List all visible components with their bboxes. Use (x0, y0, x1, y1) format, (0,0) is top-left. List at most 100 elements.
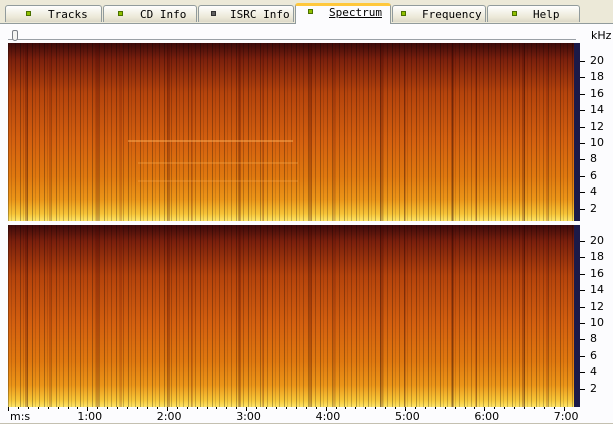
status-led-icon (211, 11, 216, 16)
spectrogram-channel-top (8, 43, 574, 221)
time-minor-tick (196, 407, 198, 409)
time-minor-tick (87, 407, 89, 409)
time-tick-label: 4:00 (315, 410, 341, 423)
spectrogram-channel-bottom (8, 225, 574, 407)
time-minor-tick (395, 407, 397, 409)
spectral-line (128, 140, 293, 142)
time-minor-tick (355, 407, 357, 409)
time-minor-tick (107, 407, 109, 409)
time-minor-tick (8, 407, 9, 409)
time-tick-label: 3:00 (236, 410, 261, 423)
time-minor-tick (176, 407, 178, 409)
tab-label: CD Info (140, 8, 187, 21)
time-minor-tick (444, 407, 446, 409)
time-minor-tick (553, 407, 555, 409)
frequency-tick-mark (580, 306, 585, 308)
time-minor-tick (27, 407, 29, 409)
frequency-tick-label: 14 (590, 283, 604, 297)
frequency-tick-mark (580, 355, 585, 357)
time-minor-tick (246, 407, 248, 409)
time-tick-label: 7:00 (553, 410, 579, 423)
time-minor-tick (524, 407, 526, 409)
tab-label: Spectrum (329, 6, 382, 19)
scrollbar-track (8, 39, 576, 40)
time-tick-label: m:s (10, 410, 31, 423)
frequency-tick-mark (580, 159, 585, 161)
frequency-tick-mark (580, 126, 585, 128)
frequency-tick-label: 4 (590, 185, 597, 199)
time-scrollbar[interactable] (8, 30, 576, 42)
time-minor-tick (47, 407, 49, 409)
frequency-tick-label: 18 (590, 250, 604, 264)
frequency-tick-mark (580, 257, 585, 259)
time-minor-tick (226, 407, 228, 409)
tab-frequency[interactable]: Frequency (392, 5, 486, 22)
time-minor-tick (127, 407, 129, 409)
tab-help[interactable]: Help (487, 5, 580, 22)
scrollbar-thumb[interactable] (12, 30, 18, 41)
time-minor-tick (295, 407, 297, 409)
spectrum-panel: kHz 20 18 16 14 12 10 8 6 4 2 20 18 16 14 12 10 8 6 4 2 m:… (0, 24, 613, 424)
frequency-tick-label: 10 (590, 316, 604, 329)
frequency-tick-mark (580, 339, 585, 341)
frequency-tick-mark (580, 93, 585, 95)
frequency-tick-mark (580, 208, 585, 210)
time-minor-tick (97, 407, 99, 409)
time-minor-tick (514, 407, 516, 409)
time-minor-tick (325, 407, 327, 409)
time-minor-tick (137, 407, 139, 409)
time-minor-tick (266, 407, 268, 409)
spectral-line (138, 180, 298, 182)
frequency-tick-mark (580, 388, 585, 390)
frequency-tick-label: 16 (590, 86, 604, 100)
status-led-icon (308, 9, 313, 14)
time-minor-tick (385, 407, 387, 409)
frequency-tick-label: 2 (590, 381, 597, 395)
time-tick-label: 6:00 (474, 410, 500, 423)
time-minor-tick (186, 407, 188, 409)
tab-label: Tracks (48, 8, 88, 21)
tab-spectrum[interactable]: Spectrum (295, 3, 391, 24)
frequency-tick-label: 4 (590, 365, 597, 379)
time-minor-tick (405, 407, 406, 409)
frequency-tick-mark (580, 290, 585, 292)
status-led-icon (512, 11, 517, 16)
time-minor-tick (315, 407, 317, 409)
tab-strip: Tracks CD Info ISRC Info Spectrum Freque… (0, 0, 613, 24)
tab-tracks[interactable]: Tracks (5, 5, 102, 22)
frequency-tick-mark (580, 241, 585, 242)
time-minor-tick (434, 407, 436, 409)
frequency-scale-bottom (574, 225, 580, 407)
frequency-tick-label: 16 (590, 266, 604, 280)
tab-cd-info[interactable]: CD Info (103, 5, 197, 22)
frequency-scale-top (574, 43, 580, 221)
tab-label: Help (533, 8, 560, 21)
time-minor-tick (504, 407, 506, 409)
tab-label: Frequency (422, 8, 482, 21)
time-minor-tick (37, 407, 39, 409)
time-minor-tick (117, 407, 119, 409)
status-led-icon (401, 11, 406, 16)
status-led-icon (118, 11, 123, 16)
frequency-tick-mark (580, 323, 585, 324)
frequency-tick-mark (580, 143, 585, 144)
time-minor-tick (216, 407, 218, 409)
frequency-tick-label: 8 (590, 332, 597, 346)
time-tick-label: 1:00 (77, 410, 103, 423)
frequency-tick-label: 8 (590, 152, 597, 166)
time-minor-tick (454, 407, 456, 409)
frequency-unit-label: kHz (591, 29, 612, 42)
time-minor-tick (146, 407, 148, 409)
time-minor-tick (236, 407, 238, 409)
time-axis: m:s 1:00 2:00 3:00 4:00 5:00 6:00 7:00 (8, 407, 579, 424)
time-minor-tick (375, 407, 377, 409)
frequency-tick-label: 12 (590, 119, 604, 133)
time-minor-tick (365, 407, 367, 409)
time-minor-tick (285, 407, 287, 409)
time-minor-tick (474, 407, 476, 409)
frequency-tick-label: 12 (590, 299, 604, 313)
time-minor-tick (414, 407, 416, 409)
tab-isrc-info[interactable]: ISRC Info (198, 5, 294, 22)
time-minor-tick (77, 407, 79, 409)
time-minor-tick (543, 407, 545, 409)
